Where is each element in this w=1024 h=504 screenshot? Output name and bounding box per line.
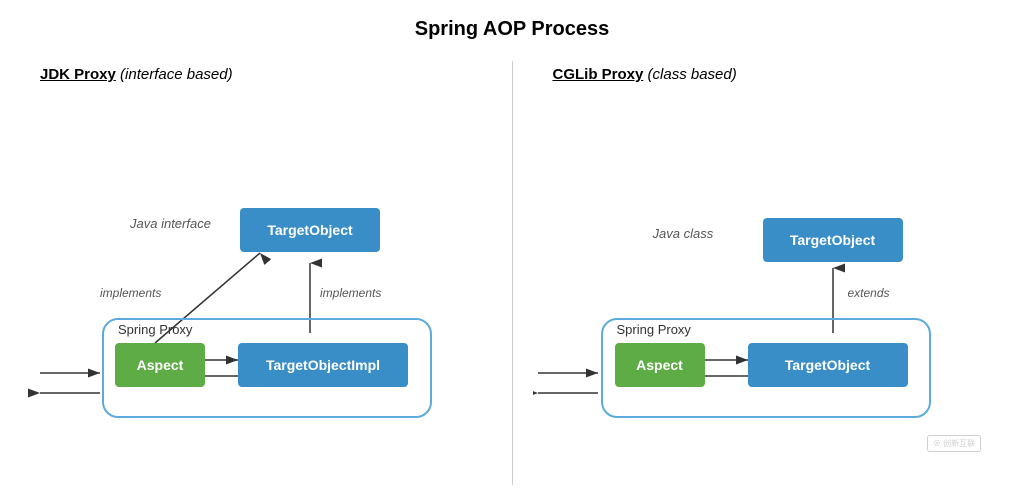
jdk-aspect-label: Aspect: [137, 357, 184, 373]
jdk-target-object-impl-label: TargetObjectImpl: [266, 357, 380, 373]
jdk-implements-text1: implements: [100, 286, 161, 300]
cglib-target-object-inner-label: TargetObject: [785, 357, 870, 373]
jdk-diagram-area: TargetObject Java interface implements i…: [20, 88, 492, 468]
cglib-spring-proxy-text: Spring Proxy: [617, 322, 691, 337]
jdk-java-interface-label: Java interface: [130, 216, 211, 231]
cglib-proxy-title-italic: (class based): [648, 66, 737, 83]
jdk-proxy-title-underline: JDK Proxy: [40, 66, 116, 83]
cglib-diagram-area: TargetObject Java class extends Spring P…: [533, 88, 1005, 468]
cglib-extends-text: extends: [848, 286, 890, 300]
page-title: Spring AOP Process: [0, 0, 1024, 51]
jdk-proxy-title: JDK Proxy (interface based): [20, 61, 492, 88]
cglib-proxy-label: Spring Proxy: [617, 322, 691, 337]
cglib-proxy-section: CGLib Proxy (class based): [513, 51, 1024, 495]
cglib-java-class-text: Java class: [653, 226, 714, 241]
cglib-proxy-title-underline: CGLib Proxy: [553, 66, 644, 83]
jdk-proxy-section: JDK Proxy (interface based): [0, 51, 512, 495]
jdk-proxy-title-italic: (interface based): [120, 66, 233, 83]
jdk-aspect-box: Aspect: [115, 343, 205, 387]
cglib-target-object-top-label: TargetObject: [790, 232, 875, 248]
jdk-target-object-label: TargetObject: [267, 222, 352, 238]
cglib-proxy-title: CGLib Proxy (class based): [533, 61, 1005, 88]
cglib-aspect-box: Aspect: [615, 343, 705, 387]
jdk-java-interface-text: Java interface: [130, 216, 211, 231]
jdk-proxy-label: Spring Proxy: [118, 322, 192, 337]
cglib-target-object-top: TargetObject: [763, 218, 903, 262]
jdk-implements-label1: implements: [100, 286, 161, 300]
cglib-aspect-label: Aspect: [636, 357, 683, 373]
jdk-spring-proxy-text: Spring Proxy: [118, 322, 192, 337]
jdk-target-object: TargetObject: [240, 208, 380, 252]
jdk-implements-label2: implements: [320, 286, 381, 300]
cglib-target-object-inner: TargetObject: [748, 343, 908, 387]
jdk-implements-text2: implements: [320, 286, 381, 300]
watermark: ⊗ 创新互联: [904, 418, 1004, 468]
title-text: Spring AOP Process: [415, 18, 610, 40]
cglib-java-class-label: Java class: [653, 226, 714, 241]
cglib-extends-label: extends: [848, 286, 890, 300]
jdk-target-object-impl: TargetObjectImpl: [238, 343, 408, 387]
